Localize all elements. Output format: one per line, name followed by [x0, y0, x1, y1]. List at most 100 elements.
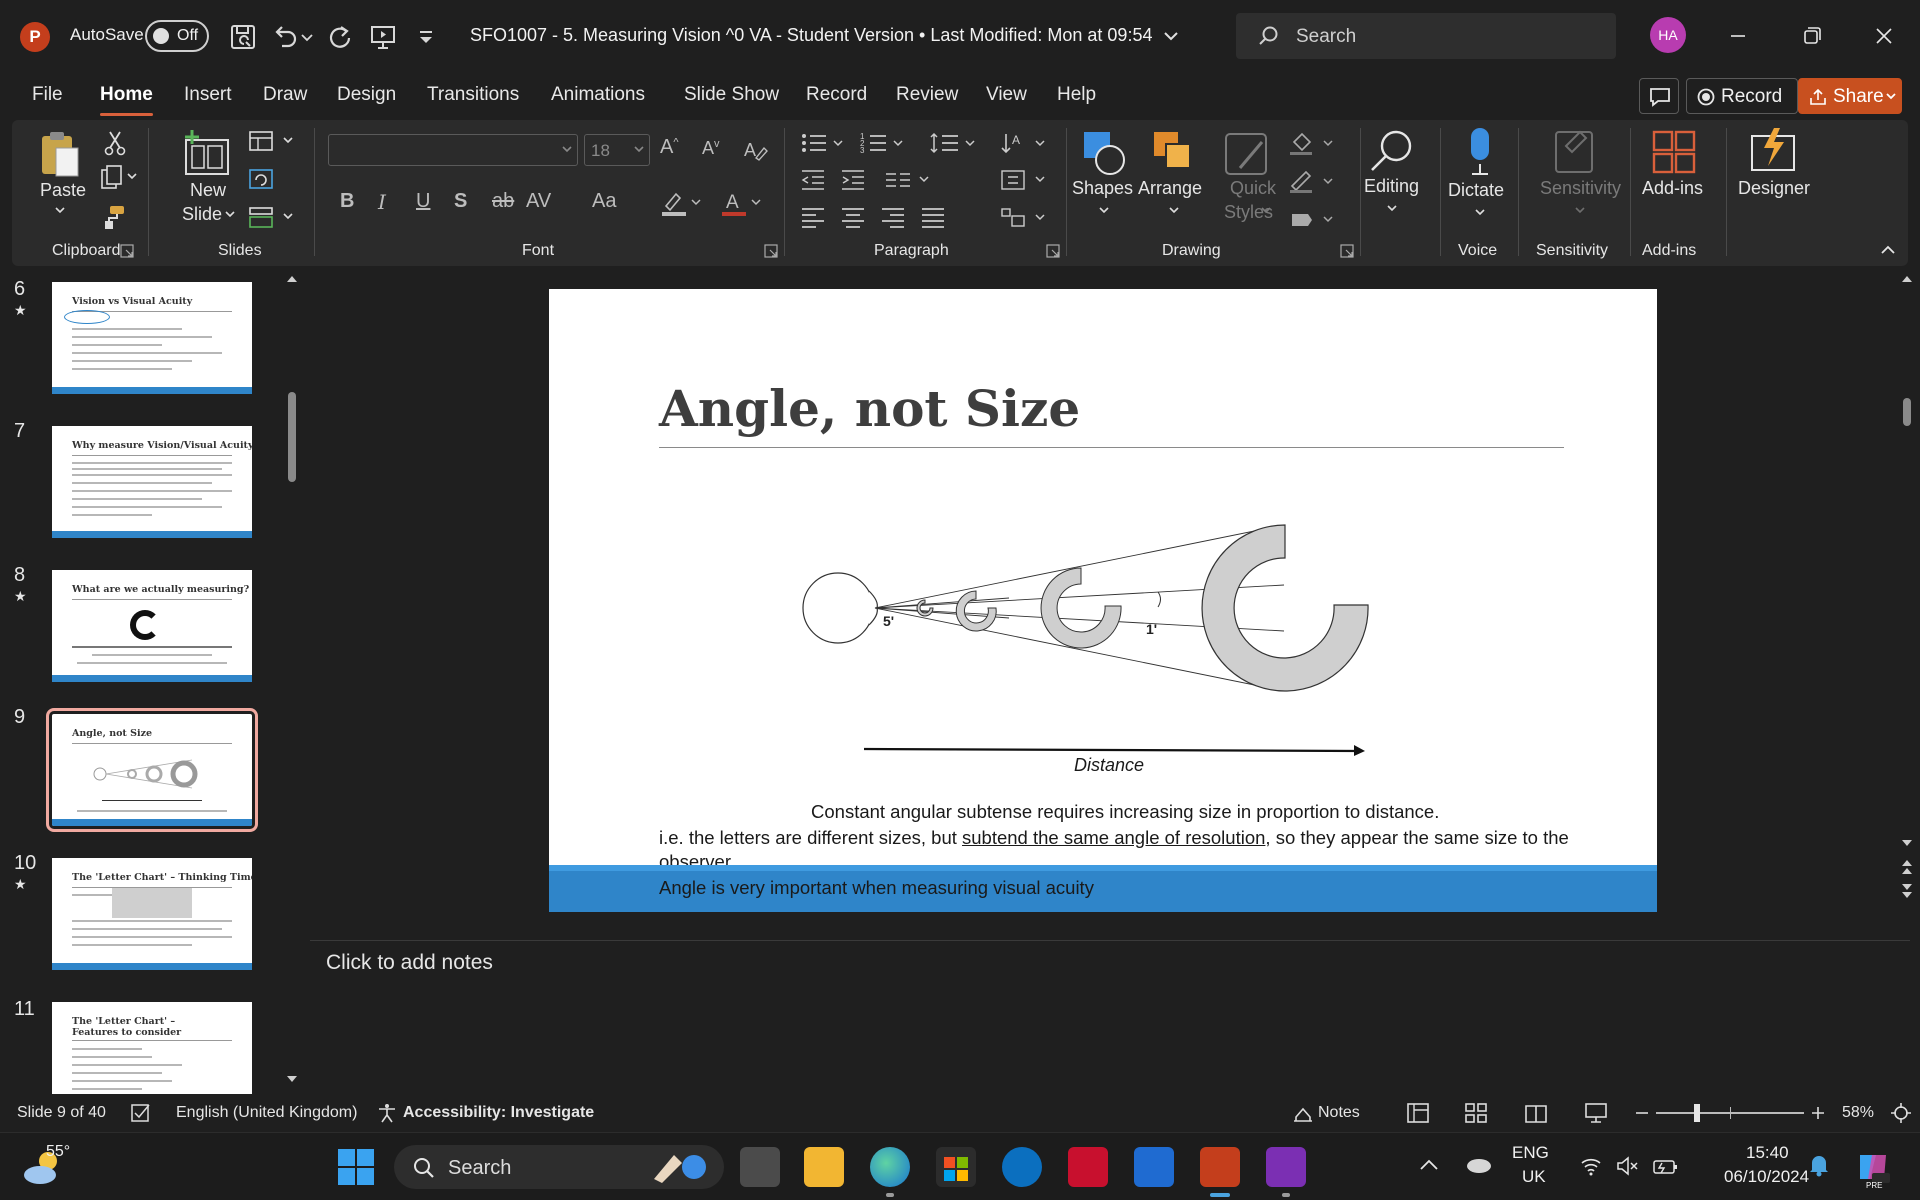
- smartart-icon[interactable]: [1000, 206, 1050, 230]
- clear-formatting-icon[interactable]: A: [742, 136, 768, 162]
- editing-search-icon[interactable]: [1366, 126, 1416, 176]
- notes-icon[interactable]: [1292, 1103, 1314, 1123]
- numbering-icon[interactable]: 123: [860, 130, 910, 156]
- dell-icon[interactable]: [1002, 1147, 1042, 1187]
- increase-indent-icon[interactable]: [840, 168, 866, 192]
- present-from-start-icon[interactable]: [368, 22, 398, 52]
- customize-qat-icon[interactable]: [414, 22, 438, 52]
- input-language-1[interactable]: ENG: [1512, 1143, 1549, 1163]
- edge-browser-icon[interactable]: [870, 1147, 910, 1187]
- thumbnails-scrollbar[interactable]: [286, 274, 298, 1084]
- undo-icon[interactable]: [270, 22, 300, 52]
- tab-record[interactable]: Record: [806, 84, 867, 106]
- zoom-slider-thumb[interactable]: [1694, 1104, 1700, 1122]
- redo-icon[interactable]: [326, 22, 356, 52]
- footer-text[interactable]: Angle is very important when measuring v…: [659, 877, 1094, 899]
- slide-thumbnails-pane[interactable]: 6 ★ Vision vs Visual Acuity 7 Why measur…: [0, 266, 290, 1094]
- cut-icon[interactable]: [102, 130, 128, 156]
- tab-design[interactable]: Design: [337, 84, 396, 106]
- columns-icon[interactable]: [884, 168, 934, 192]
- add-ins-icon[interactable]: [1650, 128, 1698, 176]
- slide-thumbnail-10[interactable]: The 'Letter Chart' – Thinking Time: [52, 858, 252, 970]
- line-spacing-icon[interactable]: [930, 130, 980, 156]
- section-icon[interactable]: [248, 204, 298, 230]
- layout-icon[interactable]: [248, 128, 298, 154]
- designer-icon[interactable]: [1748, 126, 1798, 176]
- dialog-launcher-icon[interactable]: [764, 244, 778, 258]
- tab-draw[interactable]: Draw: [263, 84, 307, 106]
- font-name-input[interactable]: [328, 134, 578, 166]
- slide-thumbnail-8[interactable]: What are we actually measuring?: [52, 570, 252, 682]
- tab-slide-show[interactable]: Slide Show: [684, 84, 779, 106]
- notification-bell-icon[interactable]: [1808, 1153, 1830, 1177]
- onedrive-icon[interactable]: [1464, 1153, 1492, 1175]
- italic-icon[interactable]: I: [378, 190, 386, 214]
- slide-caption[interactable]: Constant angular subtense requires incre…: [811, 801, 1439, 823]
- slide-canvas[interactable]: Angle, not Size 5' 1' Distance Constant …: [549, 289, 1657, 912]
- tab-file[interactable]: File: [32, 84, 63, 106]
- close-icon[interactable]: [1866, 18, 1902, 54]
- restore-icon[interactable]: [1794, 18, 1830, 54]
- spelling-check-icon[interactable]: [130, 1103, 152, 1123]
- scroll-thumb[interactable]: [1903, 398, 1911, 426]
- minimize-icon[interactable]: [1720, 18, 1756, 54]
- copy-icon[interactable]: [100, 164, 140, 190]
- language-indicator[interactable]: English (United Kingdom): [176, 1104, 357, 1122]
- editing-label[interactable]: Editing: [1364, 176, 1419, 197]
- next-slide-icon[interactable]: [1900, 882, 1914, 900]
- shape-fill-icon[interactable]: [1288, 130, 1338, 156]
- align-right-icon[interactable]: [880, 206, 906, 230]
- comments-button[interactable]: [1639, 78, 1679, 114]
- autosave-toggle[interactable]: Off: [145, 20, 209, 52]
- shapes-icon[interactable]: [1078, 128, 1128, 178]
- tab-animations[interactable]: Animations: [551, 84, 645, 106]
- strikethrough-icon[interactable]: ab: [492, 190, 514, 213]
- tab-home[interactable]: Home: [100, 84, 153, 116]
- decrease-indent-icon[interactable]: [800, 168, 826, 192]
- notes-toggle-label[interactable]: Notes: [1318, 1104, 1360, 1122]
- slide-thumbnail-11[interactable]: The 'Letter Chart' – Features to conside…: [52, 1002, 252, 1094]
- record-button[interactable]: Record: [1686, 78, 1798, 114]
- scroll-up-icon[interactable]: [1901, 274, 1913, 284]
- input-language-2[interactable]: UK: [1522, 1167, 1546, 1187]
- outlook-icon[interactable]: [1134, 1147, 1174, 1187]
- underline-icon[interactable]: U: [416, 190, 430, 213]
- dialog-launcher-icon[interactable]: [1046, 244, 1060, 258]
- shape-outline-icon[interactable]: [1288, 168, 1338, 194]
- zoom-slider[interactable]: [1656, 1104, 1804, 1122]
- wifi-icon[interactable]: [1580, 1155, 1602, 1177]
- account-avatar[interactable]: HA: [1650, 17, 1686, 53]
- character-spacing-icon[interactable]: AV: [526, 190, 551, 213]
- start-windows-icon[interactable]: [336, 1147, 376, 1187]
- font-color-icon[interactable]: A: [720, 188, 764, 218]
- bold-icon[interactable]: B: [340, 190, 354, 213]
- slide-show-view-icon[interactable]: [1584, 1102, 1608, 1124]
- format-painter-icon[interactable]: [100, 204, 126, 230]
- change-case-icon[interactable]: Aa: [592, 190, 616, 213]
- tab-help[interactable]: Help: [1057, 84, 1096, 106]
- powerpoint-taskbar-icon[interactable]: [1200, 1147, 1240, 1187]
- zoom-in-icon[interactable]: [1810, 1103, 1826, 1123]
- zoom-level[interactable]: 58%: [1842, 1104, 1874, 1122]
- new-slide-button[interactable]: [182, 128, 232, 178]
- dialog-launcher-icon[interactable]: [120, 244, 134, 258]
- quick-styles-icon[interactable]: [1222, 128, 1272, 178]
- clock-time[interactable]: 15:40: [1746, 1143, 1789, 1163]
- text-shadow-icon[interactable]: S: [454, 190, 467, 213]
- microsoft-store-icon[interactable]: [936, 1147, 976, 1187]
- clock-date[interactable]: 06/10/2024: [1724, 1167, 1809, 1187]
- align-center-icon[interactable]: [840, 206, 866, 230]
- sensitivity-icon[interactable]: [1552, 126, 1598, 176]
- increase-font-size-icon[interactable]: A^: [660, 136, 679, 159]
- tab-insert[interactable]: Insert: [184, 84, 232, 106]
- tab-transitions[interactable]: Transitions: [427, 84, 519, 106]
- reset-slide-icon[interactable]: [248, 166, 274, 192]
- search-input[interactable]: Search: [1236, 13, 1616, 59]
- notes-pane[interactable]: Click to add notes: [310, 940, 1910, 1094]
- accessibility-status[interactable]: Accessibility: Investigate: [403, 1104, 594, 1122]
- tab-review[interactable]: Review: [896, 84, 958, 106]
- font-size-input[interactable]: 18: [584, 134, 650, 166]
- microphone-icon[interactable]: [1460, 126, 1500, 178]
- slide-thumbnail-9[interactable]: Angle, not Size: [46, 708, 258, 832]
- battery-icon[interactable]: [1652, 1155, 1678, 1177]
